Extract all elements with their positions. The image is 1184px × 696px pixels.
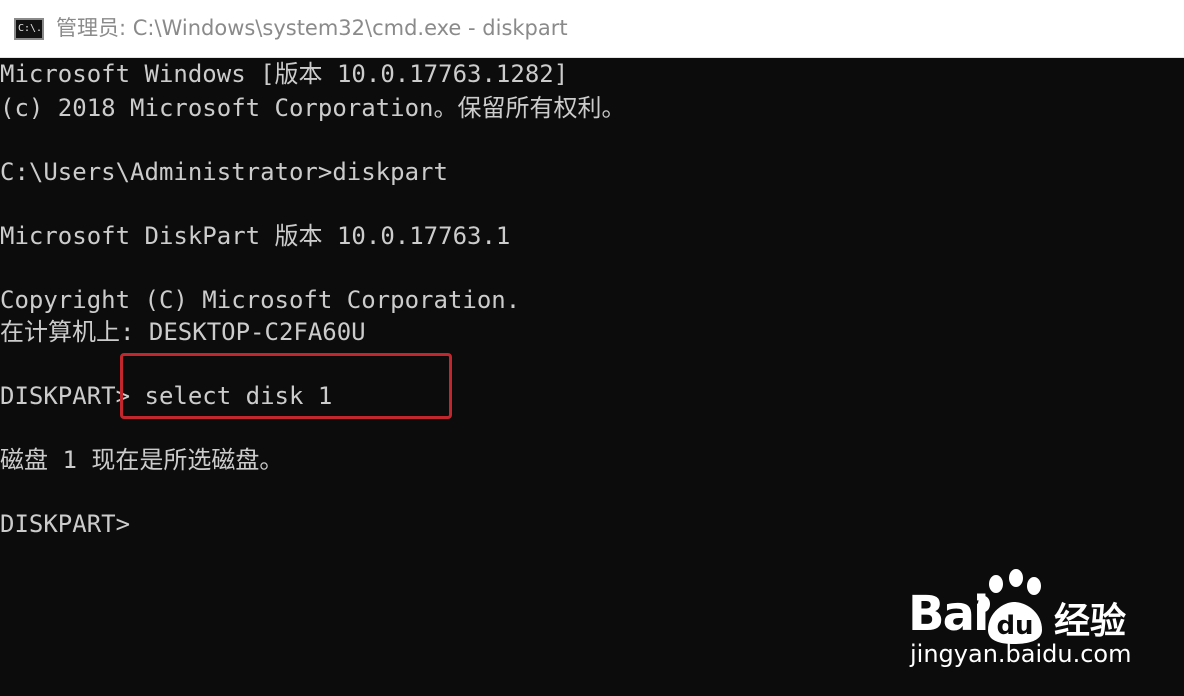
baidu-jingyan-watermark: Bai du 经验 jingyan.baidu.com (906, 568, 1176, 688)
console-line: 在计算机上: DESKTOP-C2FA60U (0, 318, 366, 346)
console-line: (c) 2018 Microsoft Corporation。保留所有权利。 (0, 94, 626, 122)
watermark-suffix: 经验 (1054, 601, 1127, 642)
command-highlight-box (120, 353, 452, 419)
console-line: Copyright (C) Microsoft Corporation. (0, 286, 521, 314)
baidu-paw-icon: du (978, 569, 1042, 644)
console-line: Microsoft Windows [版本 10.0.17763.1282] (0, 60, 569, 88)
watermark-paw-text: du (996, 611, 1033, 641)
watermark-url: jingyan.baidu.com (910, 640, 1132, 668)
cmd-window-icon[interactable]: C:\. (14, 18, 44, 40)
console-line: C:\Users\Administrator>diskpart (0, 158, 448, 186)
window-title: 管理员: C:\Windows\system32\cmd.exe - diskp… (56, 16, 568, 40)
console-line: 磁盘 1 现在是所选磁盘。 (0, 446, 284, 474)
title-bar[interactable]: C:\. 管理员: C:\Windows\system32\cmd.exe - … (0, 0, 1184, 58)
console-prompt[interactable]: DISKPART> (0, 508, 130, 540)
console-line: Microsoft DiskPart 版本 10.0.17763.1 (0, 222, 511, 250)
